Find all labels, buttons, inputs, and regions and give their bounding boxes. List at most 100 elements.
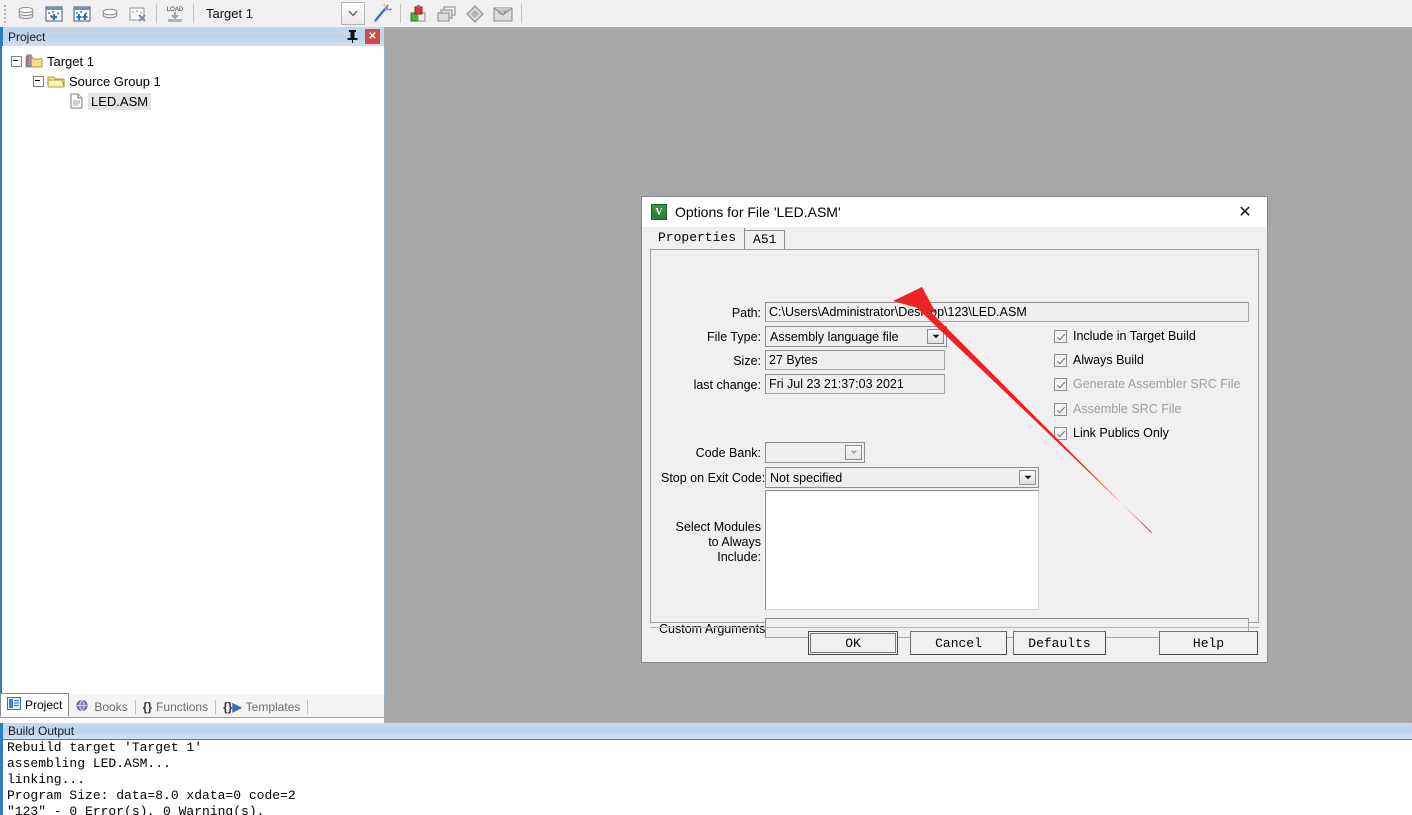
last-change-label: last change:: [693, 378, 761, 392]
dialog-tab-strip: Properties A51: [650, 227, 786, 249]
uvision-app-icon: V: [651, 204, 667, 220]
dialog-button-row: OK Cancel Defaults Help: [642, 627, 1267, 662]
checkbox-icon: [1054, 402, 1067, 416]
checkbox-icon[interactable]: [1054, 426, 1067, 440]
tree-node-source-group[interactable]: Source Group 1: [2, 71, 384, 91]
functions-icon: {}: [142, 699, 153, 714]
tree-node-target[interactable]: Target 1: [2, 51, 384, 71]
main-toolbar: LOAD Target 1: [0, 0, 1412, 28]
checkbox-always-build[interactable]: Always Build: [1054, 353, 1144, 367]
stop-on-exit-code-value: Not specified: [770, 471, 843, 485]
batch-build-icon[interactable]: [97, 1, 123, 26]
checkbox-assemble-src-file: Assemble SRC File: [1054, 402, 1181, 416]
file-type-label: File Type:: [707, 330, 761, 344]
tree-node-file[interactable]: LED.ASM: [2, 91, 384, 111]
books-icon: [75, 699, 90, 715]
chevron-down-icon[interactable]: [845, 445, 862, 460]
project-icon: [7, 697, 21, 713]
panel-accent-bar: [0, 27, 3, 46]
select-modules-listbox[interactable]: [765, 490, 1039, 610]
close-icon[interactable]: ✕: [365, 29, 380, 44]
options-for-target-icon[interactable]: [406, 1, 432, 26]
tab-books[interactable]: Books: [69, 696, 133, 717]
build-icon[interactable]: [41, 1, 67, 26]
stop-on-exit-code-combo[interactable]: Not specified: [765, 467, 1039, 488]
templates-icon: {}▶: [223, 699, 242, 714]
last-change-field: Fri Jul 23 21:37:03 2021: [765, 374, 945, 394]
code-bank-combo[interactable]: [765, 442, 865, 463]
checkbox-icon[interactable]: [1054, 353, 1067, 367]
project-panel-title: Project: [8, 29, 46, 44]
tab-functions[interactable]: {} Functions: [137, 696, 214, 717]
tab-separator: [215, 700, 217, 714]
dialog-title: Options for File 'LED.ASM': [675, 204, 841, 220]
tab-properties[interactable]: Properties: [650, 228, 746, 249]
checkbox-label: Link Publics Only: [1073, 426, 1169, 440]
checkbox-label: Generate Assembler SRC File: [1073, 377, 1241, 391]
tree-label: Source Group 1: [69, 73, 161, 89]
checkbox-link-publics-only[interactable]: Link Publics Only: [1054, 426, 1169, 440]
tree-label: Target 1: [47, 53, 94, 69]
select-modules-label-line3: Include:: [717, 550, 761, 564]
tab-separator: [307, 700, 309, 714]
components-icon[interactable]: [462, 1, 488, 26]
chevron-down-icon[interactable]: [1019, 470, 1036, 485]
multi-project-icon[interactable]: [490, 1, 516, 26]
select-modules-label-line2: to Always: [708, 535, 761, 549]
chevron-down-icon[interactable]: [927, 329, 944, 344]
tab-a51[interactable]: A51: [744, 230, 786, 249]
dialog-body: Properties A51 Path: C:\Users\Administra…: [642, 227, 1267, 662]
help-button[interactable]: Help: [1159, 631, 1258, 655]
build-line: linking...: [7, 772, 86, 787]
properties-page: Path: C:\Users\Administrator\Desktop\123…: [650, 249, 1259, 638]
checkbox-label: Always Build: [1073, 353, 1144, 367]
build-line: Program Size: data=8.0 xdata=0 code=2: [7, 788, 296, 803]
tab-label: Templates: [245, 699, 301, 714]
checkbox-icon: [1054, 377, 1067, 391]
dialog-titlebar[interactable]: V Options for File 'LED.ASM' ✕: [642, 197, 1267, 227]
target-dropdown-button[interactable]: [340, 2, 365, 25]
build-line: "123" - 0 Error(s), 0 Warning(s).: [7, 804, 265, 815]
tab-separator: [134, 700, 136, 714]
manage-project-items-icon[interactable]: [434, 1, 460, 26]
translate-icon[interactable]: [13, 1, 39, 26]
toolbar-separator-3: [399, 4, 401, 23]
target-folder-icon: [25, 54, 43, 69]
build-accent-bar: [0, 723, 3, 739]
toolbar-grip[interactable]: [2, 3, 9, 24]
target-selector-label[interactable]: Target 1: [206, 6, 253, 21]
tree-label: LED.ASM: [88, 92, 152, 110]
dialog-close-icon[interactable]: ✕: [1223, 197, 1267, 227]
checkbox-icon[interactable]: [1054, 329, 1067, 343]
build-output-text[interactable]: Rebuild target 'Target 1' assembling LED…: [0, 740, 1412, 815]
asm-file-icon: [69, 93, 84, 109]
path-label: Path:: [731, 306, 761, 320]
tab-label: Books: [94, 699, 128, 714]
file-type-combo[interactable]: Assembly language file: [765, 326, 947, 347]
code-bank-label: Code Bank:: [695, 446, 761, 460]
toolbar-separator-2: [193, 4, 194, 23]
expander-icon[interactable]: [33, 75, 44, 87]
file-type-value: Assembly language file: [770, 330, 899, 344]
project-panel-titlebar: Project ✕: [0, 27, 384, 47]
cancel-button[interactable]: Cancel: [910, 631, 1007, 655]
tab-project[interactable]: Project: [0, 693, 70, 717]
stop-build-icon[interactable]: [125, 1, 151, 26]
target-options-wizard-icon[interactable]: [369, 1, 395, 26]
path-field: C:\Users\Administrator\Desktop\123\LED.A…: [765, 302, 1249, 322]
toolbar-separator-4: [520, 4, 522, 23]
ok-button[interactable]: OK: [808, 631, 898, 655]
tab-templates[interactable]: {}▶ Templates: [217, 696, 306, 717]
pin-icon[interactable]: [345, 29, 359, 44]
stop-on-exit-code-label: Stop on Exit Code:: [661, 471, 766, 485]
rebuild-all-icon[interactable]: [69, 1, 95, 26]
checkbox-include-in-target-build[interactable]: Include in Target Build: [1054, 329, 1196, 343]
expander-icon[interactable]: [11, 55, 22, 67]
size-field: 27 Bytes: [765, 350, 945, 370]
toolbar-separator: [156, 4, 157, 23]
download-load-icon[interactable]: LOAD: [162, 1, 188, 26]
select-modules-label-line1: Select Modules: [675, 520, 761, 534]
tab-label: Functions: [156, 699, 209, 714]
build-line: Rebuild target 'Target 1': [7, 740, 203, 755]
defaults-button[interactable]: Defaults: [1013, 631, 1106, 655]
